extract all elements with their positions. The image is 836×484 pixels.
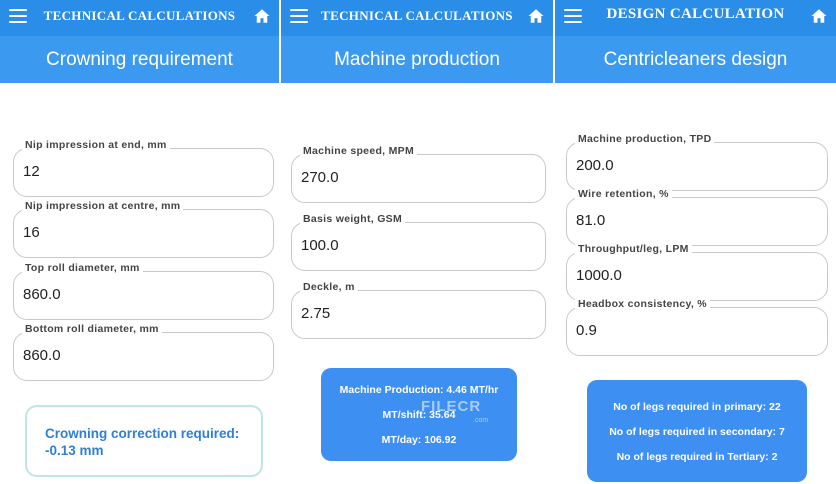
crowning-screen: TECHNICAL CALCULATIONS Crowning requirem… [0,0,279,484]
field-label: Wire retention, % [575,188,672,200]
field-label: Nip impression at end, mm [22,139,170,151]
page-title: Crowning requirement [0,36,279,83]
menu-icon[interactable] [290,9,308,23]
field-value[interactable]: 270.0 [301,169,339,186]
field-label: Headbox consistency, % [575,298,710,310]
field-label: Machine production, TPD [575,133,715,145]
machine-speed-field[interactable]: Machine speed, MPM 270.0 [291,145,546,203]
result-label: Crowning correction required: [45,426,240,441]
secondary-legs-result: No of legs required in secondary: 7 [609,426,785,438]
field-value[interactable]: 12 [23,163,40,180]
mt-per-day-result: MT/day: 106.92 [381,434,457,446]
field-label: Nip impression at centre, mm [22,200,184,212]
app-bar: TECHNICAL CALCULATIONS [281,0,553,36]
primary-legs-result: No of legs required in primary: 22 [613,401,781,413]
page-title: Centricleaners design [555,36,836,83]
app-bar: DESIGN CALCULATION [555,0,836,36]
field-value[interactable]: 860.0 [23,347,61,364]
field-label: Machine speed, MPM [300,145,418,157]
nip-impression-centre-field[interactable]: Nip impression at centre, mm 16 [13,200,274,258]
field-value[interactable]: 860.0 [23,286,61,303]
field-value[interactable]: 1000.0 [576,267,622,284]
throughput-per-leg-field[interactable]: Throughput/leg, LPM 1000.0 [566,243,828,301]
tertiary-legs-result: No of legs required in Tertiary: 2 [616,451,778,463]
centricleaners-screen: DESIGN CALCULATION Centricleaners design… [555,0,836,484]
production-result-card: Machine Production: 4.46 MT/hr MT/shift:… [321,368,517,461]
bottom-roll-diameter-field[interactable]: Bottom roll diameter, mm 860.0 [13,323,274,381]
field-label: Throughput/leg, LPM [575,243,692,255]
crowning-result-card: Crowning correction required: -0.13 mm [25,405,263,477]
field-label: Deckle, m [300,281,358,293]
top-roll-diameter-field[interactable]: Top roll diameter, mm 860.0 [13,262,274,320]
field-value[interactable]: 2.75 [301,305,330,322]
deckle-field[interactable]: Deckle, m 2.75 [291,281,546,339]
result-value: -0.13 mm [45,443,104,458]
wire-retention-field[interactable]: Wire retention, % 81.0 [566,188,828,246]
field-value[interactable]: 100.0 [301,237,339,254]
watermark: FILECR [421,398,482,415]
app-title: DESIGN CALCULATION [606,6,785,22]
legs-result-card: No of legs required in primary: 22 No of… [587,380,807,482]
home-icon[interactable] [253,7,271,25]
field-label: Top roll diameter, mm [22,262,143,274]
app-title: TECHNICAL CALCULATIONS [43,8,236,23]
basis-weight-field[interactable]: Basis weight, GSM 100.0 [291,213,546,271]
menu-icon[interactable] [9,9,27,23]
app-bar: TECHNICAL CALCULATIONS [0,0,279,36]
field-label: Bottom roll diameter, mm [22,323,162,335]
machine-production-result: Machine Production: 4.46 MT/hr [339,384,499,396]
page-title: Machine production [281,36,553,83]
menu-icon[interactable] [564,9,582,23]
field-value[interactable]: 16 [23,224,40,241]
field-value[interactable]: 200.0 [576,157,614,174]
machine-production-screen: TECHNICAL CALCULATIONS Machine productio… [281,0,553,484]
watermark-suffix: .com [473,417,489,424]
home-icon[interactable] [810,7,828,25]
field-value[interactable]: 81.0 [576,212,605,229]
nip-impression-end-field[interactable]: Nip impression at end, mm 12 [13,139,274,197]
home-icon[interactable] [527,7,545,25]
field-label: Basis weight, GSM [300,213,406,225]
headbox-consistency-field[interactable]: Headbox consistency, % 0.9 [566,298,828,356]
field-value[interactable]: 0.9 [576,322,597,339]
machine-production-tpd-field[interactable]: Machine production, TPD 200.0 [566,133,828,191]
app-title: TECHNICAL CALCULATIONS [321,8,513,23]
